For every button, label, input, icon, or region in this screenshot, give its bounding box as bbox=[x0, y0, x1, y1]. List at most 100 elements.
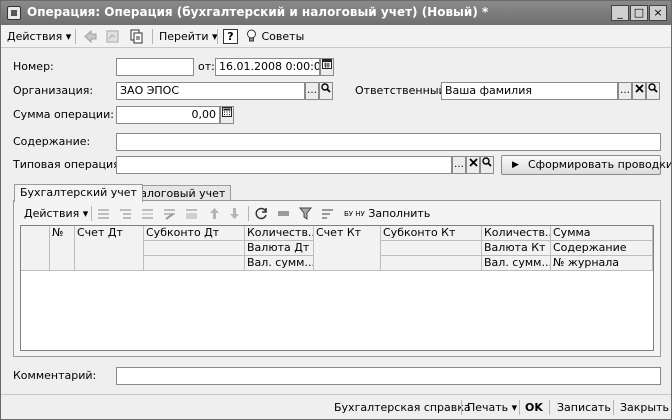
comment-field[interactable] bbox=[116, 367, 661, 385]
typical-operation-select-button[interactable]: … bbox=[452, 156, 466, 174]
tips-label: Советы bbox=[261, 30, 305, 43]
column-header-account-kt[interactable]: Счет Кт bbox=[314, 226, 381, 271]
content-field[interactable] bbox=[116, 133, 661, 151]
calendar-button[interactable] bbox=[320, 58, 334, 76]
magnifier-icon bbox=[648, 83, 658, 93]
column-header-subconto-dt-2 bbox=[144, 241, 245, 256]
number-field[interactable] bbox=[116, 58, 194, 76]
magnifier-icon bbox=[482, 157, 492, 167]
table-actions-menu[interactable]: Действия ▾ bbox=[24, 205, 88, 222]
column-header-subconto-kt-2 bbox=[381, 241, 482, 256]
typical-operation-clear-button[interactable] bbox=[466, 156, 480, 174]
column-header-account-dt[interactable]: Счет Дт bbox=[75, 226, 144, 271]
toolbar-separator bbox=[75, 29, 76, 44]
add-row-icon[interactable] bbox=[96, 206, 111, 221]
tips-button[interactable]: Советы bbox=[245, 28, 304, 45]
copy-document-icon[interactable] bbox=[129, 29, 144, 44]
column-header-currency-dt[interactable]: Валюта Дт bbox=[245, 241, 314, 256]
column-header-cur-amount-dt[interactable]: Вал. сумм... bbox=[245, 256, 314, 271]
title-bar: Операция: Операция (бухгалтерский и нало… bbox=[1, 1, 671, 25]
filter-icon[interactable] bbox=[298, 206, 313, 221]
ok-button[interactable]: OK bbox=[525, 399, 543, 416]
entries-table[interactable]: № Счет Дт Субконто Дт Количеств... Валют… bbox=[20, 225, 654, 351]
calculator-button[interactable] bbox=[220, 106, 234, 124]
mark-icon[interactable] bbox=[276, 206, 291, 221]
column-header-qty-dt[interactable]: Количеств... bbox=[245, 226, 314, 241]
column-header-sum[interactable]: Сумма bbox=[551, 226, 653, 241]
column-header-cur-amount-kt[interactable]: Вал. сумм... bbox=[482, 256, 551, 271]
refresh-icon[interactable] bbox=[254, 206, 269, 221]
accounting-report-button[interactable]: Бухгалтерская справка bbox=[334, 399, 471, 416]
responsible-open-button[interactable] bbox=[646, 82, 660, 100]
responsible-label: Ответственный: bbox=[355, 84, 450, 97]
toolbar-separator bbox=[91, 206, 92, 221]
typical-operation-label: Типовая операция: bbox=[13, 158, 124, 171]
typical-operation-field[interactable] bbox=[116, 156, 452, 174]
save-button[interactable]: Записать bbox=[557, 399, 611, 416]
tab-accounting[interactable]: Бухгалтерский учет bbox=[14, 184, 143, 202]
column-header-content[interactable]: Содержание bbox=[551, 241, 653, 256]
number-label: Номер: bbox=[13, 60, 54, 73]
move-down-icon[interactable] bbox=[227, 206, 242, 221]
column-header-journal-no[interactable]: № журнала bbox=[551, 256, 653, 271]
sort-icon[interactable] bbox=[320, 206, 335, 221]
table-actions-label: Действия bbox=[24, 207, 80, 220]
structure-icon[interactable] bbox=[105, 29, 120, 44]
toolbar-separator bbox=[461, 400, 462, 415]
responsible-clear-button[interactable] bbox=[632, 82, 646, 100]
goto-menu-label: Перейти bbox=[159, 30, 209, 43]
toolbar-separator bbox=[152, 29, 153, 44]
column-header-subconto-kt-3 bbox=[381, 256, 482, 271]
organization-select-button[interactable]: … bbox=[305, 82, 319, 100]
clear-x-icon bbox=[634, 84, 644, 93]
main-toolbar: Действия ▾ Перейти ▾ ? Советы bbox=[1, 25, 671, 48]
column-header-subconto-kt[interactable]: Субконто Кт bbox=[381, 226, 482, 241]
print-menu-label: Печать bbox=[467, 401, 509, 414]
edit-row-icon[interactable] bbox=[162, 206, 177, 221]
fill-label: Заполнить bbox=[368, 207, 431, 220]
close-window-button[interactable]: × bbox=[649, 5, 667, 21]
calendar-icon bbox=[322, 59, 332, 69]
column-header-num[interactable]: № bbox=[50, 226, 75, 271]
minimize-button[interactable]: _ bbox=[611, 5, 629, 21]
back-arrow-icon[interactable] bbox=[83, 29, 98, 44]
calculator-icon bbox=[222, 107, 232, 117]
date-field[interactable]: 16.01.2008 0:00:00 bbox=[215, 58, 320, 76]
toolbar-separator bbox=[549, 400, 550, 415]
organization-label: Организация: bbox=[13, 84, 94, 97]
delete-row-icon[interactable] bbox=[184, 206, 199, 221]
column-header-currency-kt[interactable]: Валюта Кт bbox=[482, 241, 551, 256]
column-header-subconto-dt-3 bbox=[144, 256, 245, 271]
typical-operation-open-button[interactable] bbox=[480, 156, 494, 174]
fill-button[interactable]: БУ НУ Заполнить bbox=[344, 205, 430, 222]
maximize-button[interactable]: □ bbox=[630, 5, 648, 21]
generate-entries-label: Сформировать проводки bbox=[528, 158, 672, 171]
amount-field[interactable]: 0,00 bbox=[116, 106, 220, 124]
move-up-icon[interactable] bbox=[207, 206, 222, 221]
column-header-qty-kt[interactable]: Количеств... bbox=[482, 226, 551, 241]
close-button[interactable]: Закрыть bbox=[620, 399, 669, 416]
command-bar: Бухгалтерская справка Печать ▾ OK Записа… bbox=[1, 394, 671, 419]
content-label: Содержание: bbox=[13, 135, 91, 148]
play-arrow-icon: ▶ bbox=[512, 160, 519, 170]
add-child-row-icon[interactable] bbox=[118, 206, 133, 221]
tips-bulb-icon bbox=[247, 29, 256, 42]
actions-menu-label: Действия bbox=[7, 30, 63, 43]
actions-menu[interactable]: Действия ▾ bbox=[7, 28, 71, 45]
organization-field[interactable]: ЗАО ЭПОС bbox=[116, 82, 305, 100]
magnifier-icon bbox=[321, 83, 331, 93]
tab-panel: Действия ▾ БУ НУ Заполнить № Счет Дт Суб… bbox=[13, 200, 661, 357]
toolbar-separator bbox=[248, 206, 249, 221]
help-button[interactable]: ? bbox=[223, 29, 238, 44]
responsible-select-button[interactable]: … bbox=[618, 82, 632, 100]
responsible-field[interactable]: Ваша фамилия bbox=[441, 82, 618, 100]
organization-open-button[interactable] bbox=[319, 82, 333, 100]
operation-window: Операция: Операция (бухгалтерский и нало… bbox=[0, 0, 672, 420]
clear-x-icon bbox=[468, 158, 478, 167]
goto-menu[interactable]: Перейти ▾ bbox=[159, 28, 218, 45]
generate-entries-button[interactable]: ▶ Сформировать проводки bbox=[501, 155, 671, 175]
print-menu[interactable]: Печать ▾ bbox=[467, 399, 517, 416]
copy-row-icon[interactable] bbox=[140, 206, 155, 221]
column-header-subconto-dt[interactable]: Субконто Дт bbox=[144, 226, 245, 241]
amount-label: Сумма операции: bbox=[13, 108, 114, 121]
